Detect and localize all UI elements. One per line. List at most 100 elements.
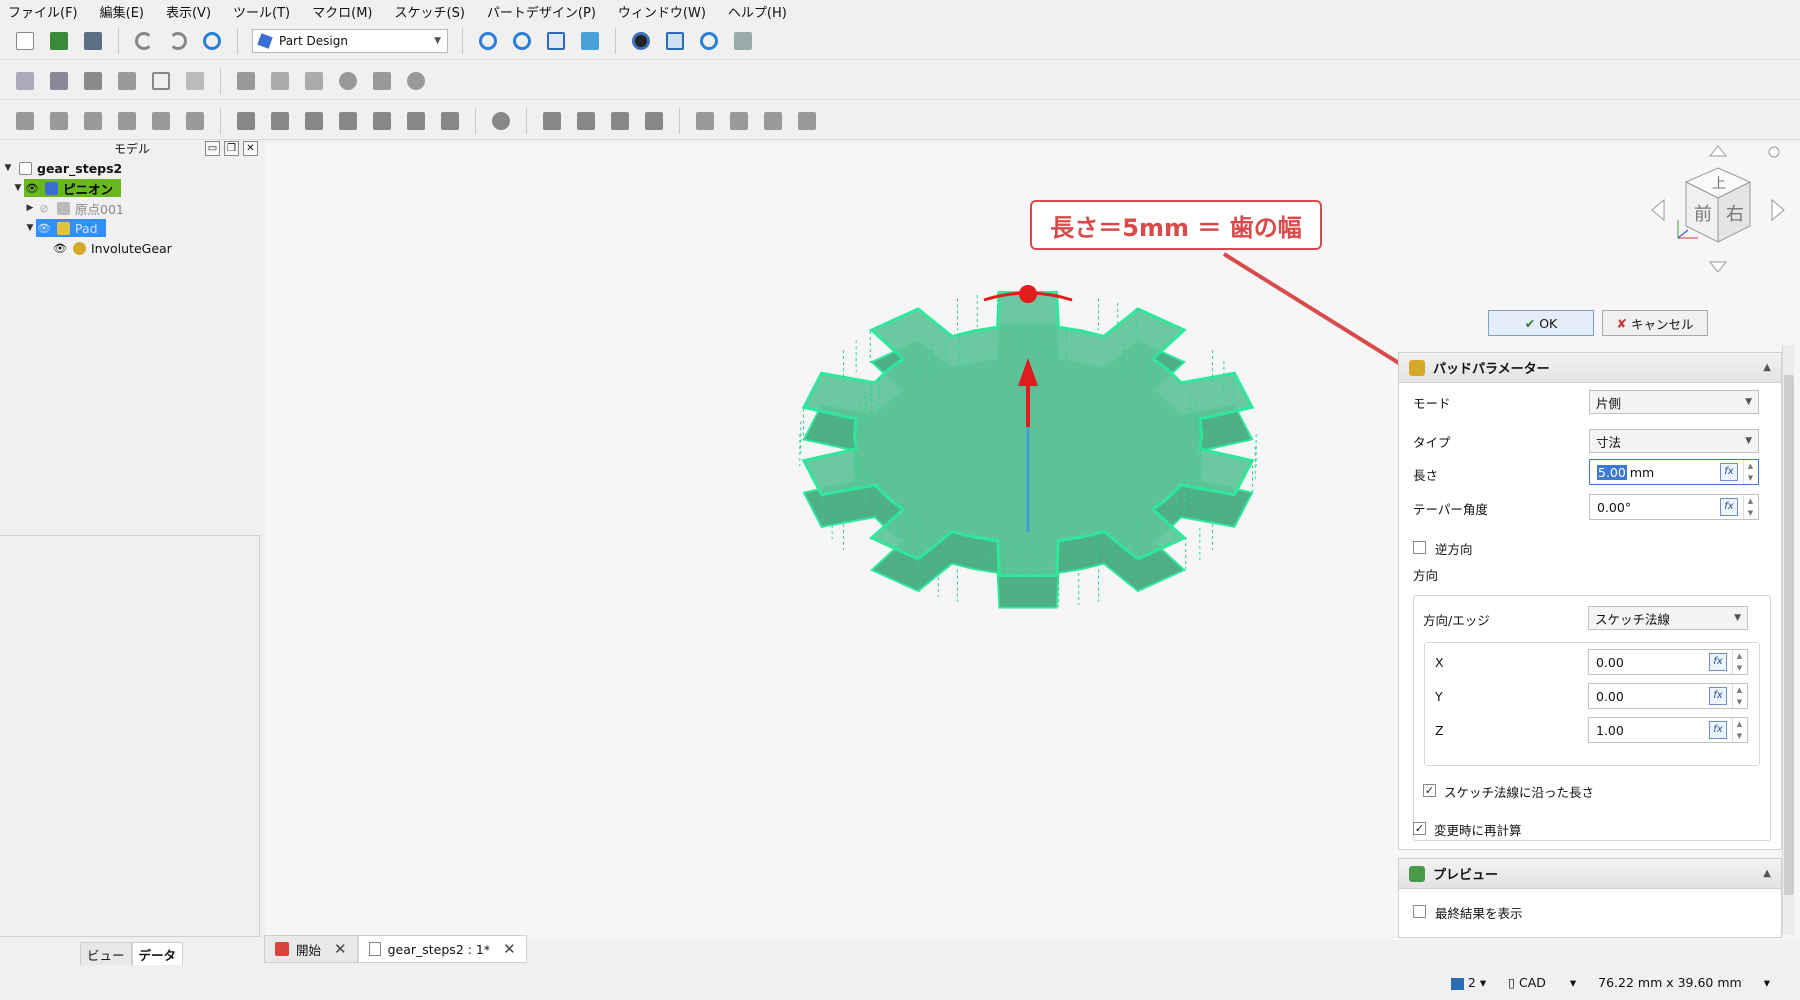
- multi-transform-icon[interactable]: [794, 108, 820, 134]
- collapse-arrow-icon[interactable]: ▲: [1763, 362, 1771, 373]
- refresh-icon[interactable]: [199, 28, 225, 54]
- expand-icon[interactable]: ▼: [12, 183, 24, 193]
- tree-item-body[interactable]: ▼ 👁 ピニオン: [12, 178, 122, 198]
- polar-pattern-icon[interactable]: [760, 108, 786, 134]
- draw-style-icon[interactable]: [628, 28, 654, 54]
- eye-icon[interactable]: 👁: [52, 242, 68, 255]
- formula-icon[interactable]: fx: [1709, 687, 1727, 705]
- boolean-icon[interactable]: [488, 108, 514, 134]
- tree-item-origin[interactable]: ▶ ⊘ 原点001: [24, 198, 124, 218]
- whats-this-icon[interactable]: [182, 68, 208, 94]
- along-normal-checkbox[interactable]: ✓: [1423, 784, 1436, 797]
- fit-all-icon[interactable]: [475, 28, 501, 54]
- subtractive-loft-icon[interactable]: [335, 108, 361, 134]
- menu-item-8[interactable]: ヘルプ(H): [728, 2, 787, 21]
- menu-item-4[interactable]: マクロ(M): [312, 2, 372, 21]
- menu-item-2[interactable]: 表示(V): [166, 2, 211, 21]
- chamfer-icon[interactable]: [573, 108, 599, 134]
- show-final-checkbox[interactable]: [1413, 905, 1426, 918]
- y-input[interactable]: 0.00 fx ▲ ▼: [1588, 683, 1748, 709]
- fillet-icon[interactable]: [539, 108, 565, 134]
- subtractive-helix-icon[interactable]: [403, 108, 429, 134]
- menu-item-6[interactable]: パートデザイン(P): [487, 2, 596, 21]
- formula-icon[interactable]: fx: [1720, 463, 1738, 481]
- close-icon[interactable]: ✕: [243, 141, 258, 156]
- view-cube-icon[interactable]: [543, 28, 569, 54]
- axis-icon[interactable]: [46, 68, 72, 94]
- groove-icon[interactable]: [301, 108, 327, 134]
- navigation-cube[interactable]: 上 前 右: [1648, 140, 1788, 280]
- shape-binder-icon[interactable]: [301, 68, 327, 94]
- tab-data[interactable]: データ: [131, 942, 184, 967]
- spin-arrows[interactable]: ▲ ▼: [1732, 684, 1746, 708]
- collapse-icon[interactable]: ▭: [205, 141, 220, 156]
- braces-icon[interactable]: [148, 68, 174, 94]
- navigation-style[interactable]: ▯ CAD ▾: [1508, 975, 1576, 990]
- pocket-icon[interactable]: [233, 108, 259, 134]
- tree-item-gear[interactable]: 👁 InvoluteGear: [52, 238, 172, 258]
- ghost-icon[interactable]: [403, 68, 429, 94]
- pad-icon[interactable]: [12, 108, 38, 134]
- new-document-icon[interactable]: [12, 28, 38, 54]
- spin-arrows[interactable]: ▲ ▼: [1732, 718, 1746, 742]
- navcube-right-arrow[interactable]: [1771, 198, 1785, 222]
- tab-start[interactable]: 開始 ✕: [264, 935, 358, 963]
- pipe-icon[interactable]: [114, 108, 140, 134]
- part-icon[interactable]: [12, 68, 38, 94]
- export-icon[interactable]: [114, 68, 140, 94]
- z-input[interactable]: 1.00 fx ▲ ▼: [1588, 717, 1748, 743]
- save-icon[interactable]: [80, 28, 106, 54]
- chevron-down-icon[interactable]: ▾: [1764, 975, 1770, 990]
- cancel-button[interactable]: ✘ キャンセル: [1602, 310, 1708, 336]
- workbench-selector[interactable]: Part Design ▼: [252, 28, 448, 53]
- tab-gear-steps2[interactable]: gear_steps2 : 1* ✕: [357, 935, 527, 963]
- collapse-arrow-icon[interactable]: ▲: [1763, 868, 1771, 879]
- expand-icon[interactable]: ▼: [2, 163, 14, 173]
- formula-icon[interactable]: fx: [1709, 653, 1727, 671]
- reverse-checkbox[interactable]: [1413, 541, 1426, 554]
- redo-icon[interactable]: [165, 28, 191, 54]
- x-input[interactable]: 0.00 fx ▲ ▼: [1588, 649, 1748, 675]
- fit-selection-icon[interactable]: [509, 28, 535, 54]
- scrollbar-thumb[interactable]: [1784, 375, 1794, 895]
- tab-view[interactable]: ビュー: [80, 942, 132, 967]
- close-icon[interactable]: ✕: [503, 940, 516, 958]
- spin-arrows[interactable]: ▲ ▼: [1743, 495, 1757, 519]
- navcube-up-arrow[interactable]: [1708, 145, 1728, 157]
- menu-item-0[interactable]: ファイル(F): [8, 2, 78, 21]
- hole-icon[interactable]: [267, 108, 293, 134]
- person-icon[interactable]: [335, 68, 361, 94]
- thickness-icon[interactable]: [641, 108, 667, 134]
- body-icon[interactable]: [233, 68, 259, 94]
- taper-input[interactable]: 0.00° fx ▲ ▼: [1589, 494, 1759, 520]
- type-select[interactable]: 寸法 ▼: [1589, 429, 1759, 453]
- navcube-menu-icon[interactable]: [1768, 146, 1780, 158]
- recompute-checkbox[interactable]: ✓: [1413, 822, 1426, 835]
- tool-icon[interactable]: [730, 28, 756, 54]
- tree-item-document[interactable]: ▼ gear_steps2: [2, 158, 123, 178]
- eye-icon[interactable]: 👁: [24, 182, 40, 195]
- pad-parameters-header[interactable]: パッドパラメーター ▲: [1399, 353, 1781, 383]
- linear-pattern-icon[interactable]: [726, 108, 752, 134]
- eye-hidden-icon[interactable]: ⊘: [36, 202, 52, 215]
- expand-icon[interactable]: ▼: [24, 223, 36, 233]
- open-document-icon[interactable]: [46, 28, 72, 54]
- zoom-icon[interactable]: [696, 28, 722, 54]
- draft-icon[interactable]: [607, 108, 633, 134]
- undo-icon[interactable]: [131, 28, 157, 54]
- helix-icon[interactable]: [148, 108, 174, 134]
- formula-icon[interactable]: fx: [1709, 721, 1727, 739]
- menu-item-7[interactable]: ウィンドウ(W): [618, 2, 706, 21]
- close-icon[interactable]: ✕: [334, 940, 347, 958]
- task-scrollbar[interactable]: [1782, 345, 1794, 935]
- layer-indicator[interactable]: 2 ▾: [1450, 975, 1486, 990]
- formula-icon[interactable]: fx: [1720, 498, 1738, 516]
- navcube-left-arrow[interactable]: [1651, 198, 1665, 222]
- navcube-down-arrow[interactable]: [1708, 261, 1728, 273]
- measure-icon[interactable]: [577, 28, 603, 54]
- direction-edge-select[interactable]: スケッチ法線 ▼: [1588, 606, 1748, 630]
- spin-arrows[interactable]: ▲ ▼: [1743, 460, 1757, 484]
- revolution-icon[interactable]: [46, 108, 72, 134]
- length-input[interactable]: 5.00 mm fx ▲ ▼: [1589, 459, 1759, 485]
- tree-item-pad[interactable]: ▼ 👁 Pad: [24, 218, 106, 238]
